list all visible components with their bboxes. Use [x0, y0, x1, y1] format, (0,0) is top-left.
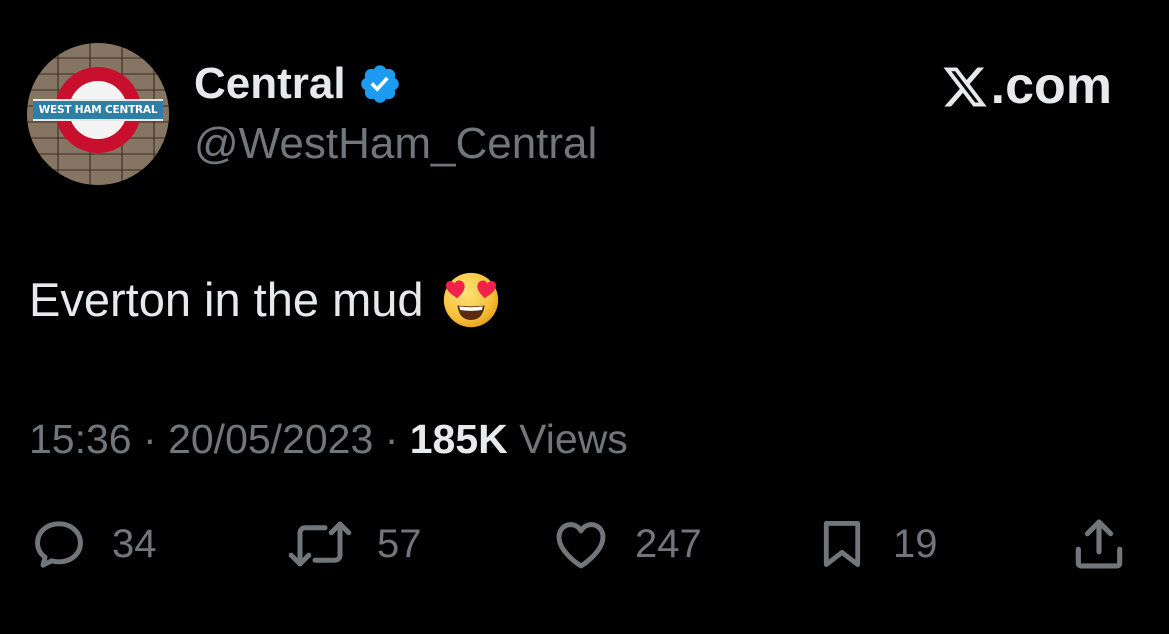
heart-eyes-emoji-icon	[443, 272, 498, 328]
meta-separator: ·	[143, 416, 157, 462]
tweet-actions: 34 57 247 19	[0, 512, 1169, 576]
heart-icon	[556, 522, 606, 569]
brand-label: .com	[990, 57, 1112, 115]
bookmark-icon	[823, 521, 861, 567]
author-name-row: Central	[194, 58, 402, 110]
meta-separator: ·	[384, 416, 399, 462]
bookmark-button[interactable]: 19	[813, 512, 938, 576]
reply-icon	[35, 521, 83, 568]
x-logo-icon	[943, 67, 987, 107]
tweet-time[interactable]: 15:36	[29, 416, 132, 462]
views-label: Views	[519, 416, 628, 462]
bookmark-count: 19	[893, 521, 938, 566]
share-icon	[1075, 519, 1123, 569]
repost-icon	[288, 521, 352, 567]
like-count: 247	[635, 521, 702, 566]
verified-badge-icon	[360, 65, 399, 103]
share-button[interactable]	[1068, 512, 1130, 576]
tweet-meta: 15:36 · 20/05/2023 · 185K Views	[29, 414, 628, 464]
reply-count: 34	[112, 521, 157, 566]
tweet-date[interactable]: 20/05/2023	[168, 416, 373, 462]
reply-button[interactable]: 34	[28, 512, 157, 576]
repost-button[interactable]: 57	[285, 512, 422, 576]
avatar-sign-text: WEST HAM CENTRAL	[38, 104, 158, 116]
author-handle[interactable]: @WestHam_Central	[194, 118, 597, 170]
tweet-text: Everton in the mud	[29, 273, 424, 326]
like-button[interactable]: 247	[549, 512, 702, 576]
avatar[interactable]: WEST HAM CENTRAL	[27, 43, 169, 185]
display-name[interactable]: Central	[194, 58, 346, 110]
repost-count: 57	[377, 521, 422, 566]
x-com-brand: .com	[941, 58, 1112, 114]
tweet-body: Everton in the mud	[29, 271, 500, 329]
roundel-bar: WEST HAM CENTRAL	[33, 99, 163, 121]
views-count: 185K	[409, 416, 508, 462]
